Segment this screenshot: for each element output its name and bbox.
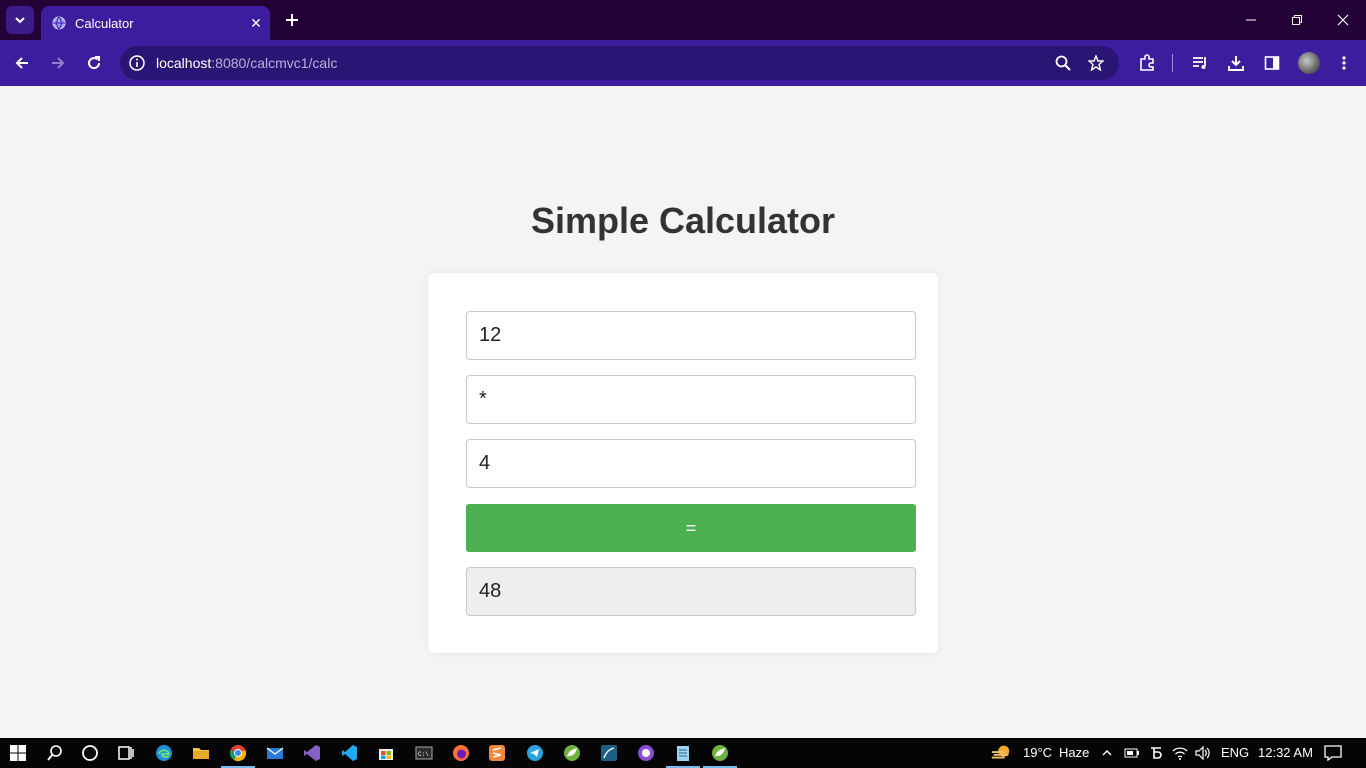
file-explorer-icon[interactable] xyxy=(190,742,212,764)
spring-tool-icon[interactable] xyxy=(703,742,737,768)
windows-taskbar: C:\ 19°C Haze ENG 12:32 AM xyxy=(0,738,1366,768)
minimize-icon xyxy=(1246,19,1256,21)
url-path: :8080/calcmvc1/calc xyxy=(211,55,338,71)
download-icon xyxy=(1228,56,1244,71)
github-desktop-icon[interactable] xyxy=(635,742,657,764)
side-panel-icon xyxy=(1264,56,1280,70)
store-icon[interactable] xyxy=(375,742,397,764)
terminal-icon[interactable]: C:\ xyxy=(413,742,435,764)
toolbar-divider xyxy=(1172,54,1173,72)
tab-close-icon[interactable]: ✕ xyxy=(246,13,266,33)
arrow-left-icon xyxy=(15,57,28,69)
telegram-icon[interactable] xyxy=(524,742,546,764)
reload-icon xyxy=(88,56,101,70)
new-tab-button[interactable] xyxy=(280,8,304,32)
tab-calculator[interactable]: Calculator ✕ xyxy=(41,6,270,40)
result-display: 48 xyxy=(466,567,916,616)
more-vert-icon xyxy=(1342,56,1346,70)
chevron-up-icon[interactable] xyxy=(1096,742,1118,764)
profile-avatar[interactable] xyxy=(1298,52,1320,74)
side-panel-button[interactable] xyxy=(1257,48,1287,78)
arrow-right-icon xyxy=(52,57,65,69)
url-host: localhost xyxy=(156,55,212,71)
wifi-icon[interactable] xyxy=(1169,742,1191,764)
spring-icon[interactable] xyxy=(561,742,583,764)
equals-button[interactable]: = xyxy=(466,504,916,552)
search-icon[interactable] xyxy=(44,742,66,764)
browser-toolbar: localhost:8080/calcmvc1/calc xyxy=(0,40,1366,86)
close-window-button[interactable] xyxy=(1320,0,1366,40)
b-tray-icon[interactable] xyxy=(1145,742,1167,764)
volume-icon[interactable] xyxy=(1192,742,1214,764)
bookmark-star-icon[interactable] xyxy=(1086,53,1106,73)
site-info-icon[interactable] xyxy=(128,54,146,72)
edge-icon[interactable] xyxy=(153,742,175,764)
svg-text:C:\: C:\ xyxy=(418,751,429,758)
weather-condition[interactable]: Haze xyxy=(1059,745,1089,760)
puzzle-icon xyxy=(1140,54,1154,71)
visual-studio-icon[interactable] xyxy=(301,742,323,764)
media-queue-icon xyxy=(1193,57,1206,69)
task-view-icon[interactable] xyxy=(115,742,137,764)
tab-search-button[interactable] xyxy=(6,6,34,34)
calculator-card: = 48 xyxy=(428,273,938,653)
page-content: Simple Calculator = 48 xyxy=(0,86,1366,738)
battery-icon[interactable] xyxy=(1121,742,1143,764)
media-control-button[interactable] xyxy=(1185,48,1215,78)
tab-title: Calculator xyxy=(75,15,134,31)
plus-icon xyxy=(286,14,298,26)
browser-menu-button[interactable] xyxy=(1329,48,1359,78)
downloads-button[interactable] xyxy=(1221,48,1251,78)
restore-icon xyxy=(1292,15,1302,25)
operator-input[interactable] xyxy=(466,375,916,424)
second-number-input[interactable] xyxy=(466,439,916,488)
sublime-icon[interactable] xyxy=(486,742,508,764)
first-number-input[interactable] xyxy=(466,311,916,360)
restore-button[interactable] xyxy=(1274,0,1320,40)
chrome-icon[interactable] xyxy=(221,742,255,768)
mysql-workbench-icon[interactable] xyxy=(598,742,620,764)
chevron-down-icon xyxy=(15,17,25,24)
firefox-icon[interactable] xyxy=(450,742,472,764)
globe-icon xyxy=(51,15,67,31)
mail-icon[interactable] xyxy=(264,742,286,764)
clock-time[interactable]: 12:32 AM xyxy=(1258,745,1313,760)
notifications-icon[interactable] xyxy=(1322,742,1344,764)
reload-button[interactable] xyxy=(79,48,109,78)
browser-titlebar: Calculator ✕ xyxy=(0,0,1366,40)
notepad-icon[interactable] xyxy=(666,742,700,768)
extensions-button[interactable] xyxy=(1132,48,1162,78)
cortana-icon[interactable] xyxy=(79,742,101,764)
back-button[interactable] xyxy=(7,48,37,78)
weather-haze-icon[interactable] xyxy=(990,742,1012,764)
minimize-button[interactable] xyxy=(1228,0,1274,40)
zoom-icon[interactable] xyxy=(1053,53,1073,73)
close-icon xyxy=(1337,14,1349,26)
page-title: Simple Calculator xyxy=(530,200,836,241)
vscode-icon[interactable] xyxy=(338,742,360,764)
input-language[interactable]: ENG xyxy=(1221,745,1249,760)
forward-button[interactable] xyxy=(43,48,73,78)
address-bar[interactable]: localhost:8080/calcmvc1/calc xyxy=(120,46,1119,80)
start-icon[interactable] xyxy=(7,742,29,764)
weather-temperature[interactable]: 19°C xyxy=(1023,745,1052,760)
